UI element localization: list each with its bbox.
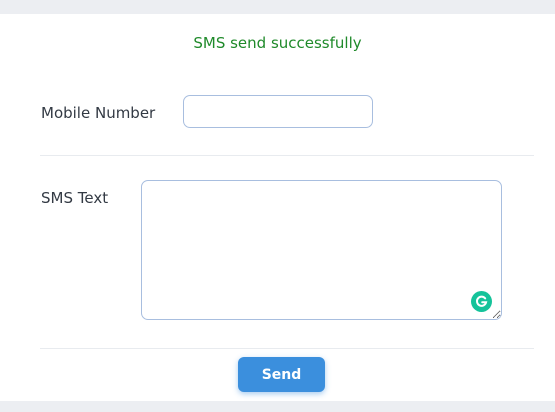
success-message: SMS send successfully [193,34,362,52]
divider [40,155,534,156]
sms-form-card: SMS send successfully Mobile Number SMS … [0,14,555,401]
mobile-number-label: Mobile Number [41,104,156,122]
grammarly-icon[interactable] [471,291,492,312]
sms-text-label: SMS Text [41,189,109,207]
grammarly-g-icon [476,295,488,307]
mobile-number-input[interactable] [183,95,373,128]
divider [40,348,534,349]
sms-text-area[interactable] [141,180,502,320]
send-button[interactable]: Send [238,357,325,392]
